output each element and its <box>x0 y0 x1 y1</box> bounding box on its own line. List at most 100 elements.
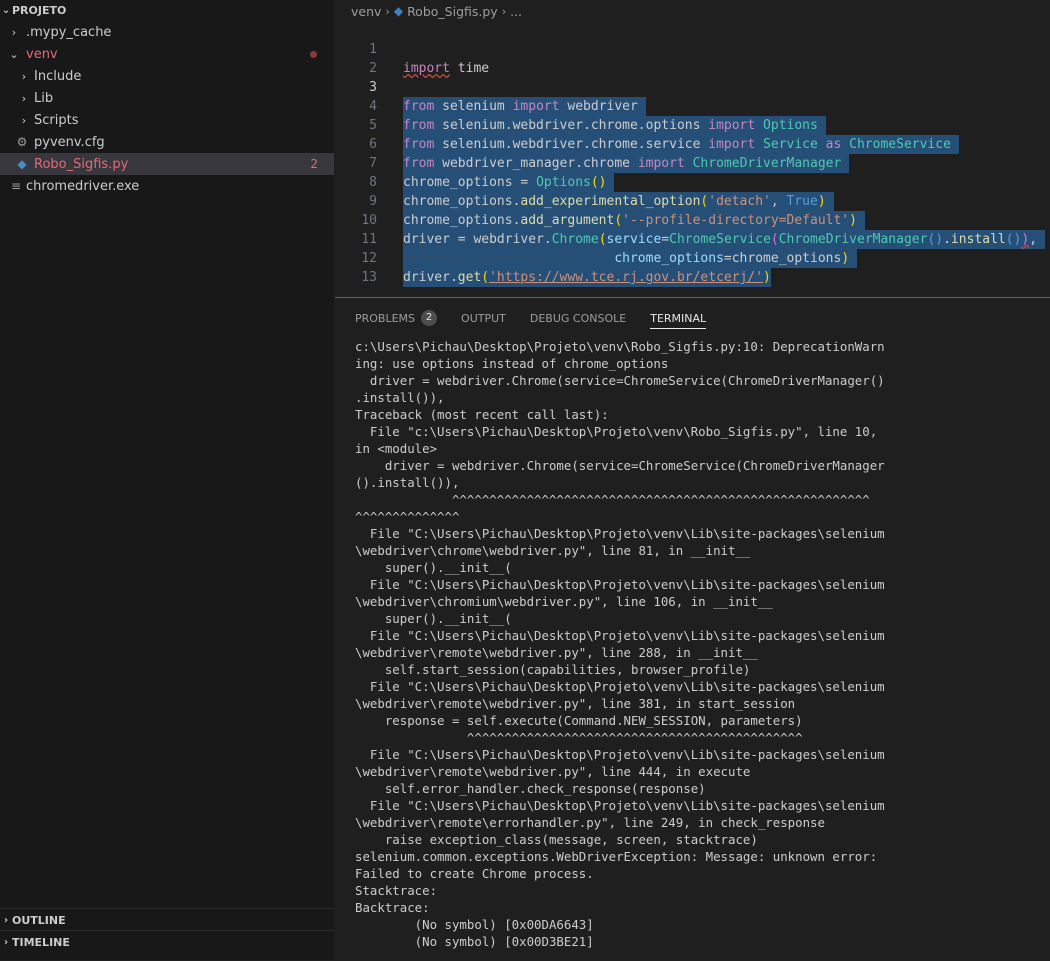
timeline-label: TIMELINE <box>12 935 70 949</box>
folder-include[interactable]: › Include <box>0 65 334 87</box>
chevron-right-icon: › <box>21 91 27 105</box>
terminal-line: response = self.execute(Command.NEW_SESS… <box>355 713 803 728</box>
file-chromedriver[interactable]: ≡ chromedriver.exe <box>0 175 334 197</box>
chevron-right-icon: › <box>11 25 17 39</box>
breadcrumb-folder[interactable]: venv <box>351 4 381 19</box>
folder-lib[interactable]: › Lib <box>0 87 334 109</box>
error-count-badge: 2 <box>310 157 318 171</box>
outline-label: OUTLINE <box>12 913 66 927</box>
file-pyvenv-cfg[interactable]: ⚙ pyvenv.cfg <box>0 131 334 153</box>
terminal-line: Traceback (most recent call last): <box>355 407 609 422</box>
tab-debug-console[interactable]: DEBUG CONSOLE <box>530 308 626 328</box>
breadcrumb: venv › ◆ Robo_Sigfis.py › ... <box>351 2 522 20</box>
breadcrumb-file[interactable]: Robo_Sigfis.py <box>407 4 498 19</box>
tab-label: PROBLEMS <box>355 311 416 325</box>
chevron-right-icon: › <box>3 936 9 948</box>
tab-label: DEBUG CONSOLE <box>529 311 627 325</box>
tab-output[interactable]: OUTPUT <box>461 308 506 328</box>
explorer-sidebar: ⌄ PROJETO › .mypy_cache ⌄ venv › Include… <box>0 0 334 960</box>
gear-icon: ⚙ <box>16 135 28 149</box>
terminal-line: \webdriver\remote\webdriver.py", line 44… <box>355 764 751 779</box>
code-line[interactable]: 9 chrome_options.add_argument('--profile… <box>335 173 1050 230</box>
terminal-line: Stacktrace: <box>355 883 438 898</box>
chevron-right-icon: › <box>501 4 507 18</box>
code-line[interactable]: 7 chrome_options = Options() <box>335 135 1050 192</box>
tab-terminal[interactable]: TERMINAL <box>650 308 707 329</box>
tab-problems[interactable]: PROBLEMS 2 <box>355 308 438 328</box>
terminal-line: self.error_handler.check_response(respon… <box>355 781 706 796</box>
terminal-line: ing: use options instead of chrome_optio… <box>355 356 669 371</box>
chevron-right-icon: › <box>3 914 9 926</box>
bottom-panel: PROBLEMS 2 OUTPUT DEBUG CONSOLE TERMINAL… <box>335 297 1050 961</box>
terminal-line: Backtrace: <box>355 900 430 915</box>
terminal-line: File "C:\Users\Pichau\Desktop\Projeto\ve… <box>355 577 885 592</box>
modified-dot-icon <box>310 51 317 58</box>
terminal-line: File "c:\Users\Pichau\Desktop\Projeto\ve… <box>355 424 878 439</box>
folder-venv[interactable]: ⌄ venv <box>0 43 334 65</box>
code-line[interactable]: 6 from webdriver_manager.chrome import C… <box>335 116 1050 173</box>
code-editor[interactable]: venv › ◆ Robo_Sigfis.py › ... 1 import t… <box>335 0 1050 297</box>
terminal-line: c:\Users\Pichau\Desktop\Projeto\venv\Rob… <box>355 339 885 354</box>
terminal-line: raise exception_class(message, screen, s… <box>355 832 758 847</box>
terminal-line: .install()), <box>355 390 445 405</box>
code-token: ) <box>763 270 771 285</box>
terminal-line: \webdriver\remote\webdriver.py", line 28… <box>355 645 758 660</box>
code-line[interactable]: 11 ······················· chrome_option… <box>335 211 1050 268</box>
code-token: get <box>457 270 482 285</box>
terminal-line: ().install()), <box>355 475 460 490</box>
terminal-line: File "C:\Users\Pichau\Desktop\Projeto\ve… <box>355 747 885 762</box>
tree-item-label: venv <box>26 46 58 62</box>
python-file-icon: ◆ <box>17 157 27 171</box>
outline-section[interactable]: › OUTLINE <box>0 908 334 931</box>
tree-item-label: Robo_Sigfis.py <box>34 156 129 172</box>
code-line[interactable]: 4 from selenium.webdriver.chrome.options… <box>335 78 1050 135</box>
code-token: ( <box>481 270 490 285</box>
tree-item-label: chromedriver.exe <box>26 178 140 194</box>
terminal-line: driver = webdriver.Chrome(service=Chrome… <box>355 458 885 473</box>
code-token: driver. <box>403 270 458 285</box>
terminal-line: File "C:\Users\Pichau\Desktop\Projeto\ve… <box>355 628 885 643</box>
code-line[interactable]: 3 from selenium import webdriver <box>335 59 1050 116</box>
code-line[interactable]: 8 chrome_options.add_experimental_option… <box>335 154 1050 211</box>
chevron-right-icon: › <box>21 113 27 127</box>
terminal-line: File "C:\Users\Pichau\Desktop\Projeto\ve… <box>355 679 885 694</box>
code-line[interactable]: 5 from selenium.webdriver.chrome.service… <box>335 97 1050 154</box>
chevron-right-icon: › <box>21 69 27 83</box>
chevron-right-icon: › <box>385 4 390 18</box>
code-line[interactable]: 1 import time <box>335 21 1050 76</box>
terminal-line: File "C:\Users\Pichau\Desktop\Projeto\ve… <box>355 798 885 813</box>
code-line[interactable]: 10 driver = webdriver.Chrome(service=Chr… <box>335 192 1050 249</box>
folder-scripts[interactable]: › Scripts <box>0 109 334 131</box>
timeline-section[interactable]: › TIMELINE <box>0 930 334 953</box>
terminal-line: \webdriver\remote\errorhandler.py", line… <box>355 815 825 830</box>
tree-item-label: Include <box>34 68 82 84</box>
breadcrumb-symbol[interactable]: ... <box>510 4 522 19</box>
tab-label: OUTPUT <box>461 311 506 325</box>
chevron-down-icon: ⌄ <box>1 4 11 16</box>
chevron-down-icon: ⌄ <box>9 47 19 61</box>
code-line[interactable]: 2 <box>335 40 1050 76</box>
python-file-icon: ◆ <box>393 4 404 18</box>
terminal-line: ^^^^^^^^^^^^^^^^^^^^^^^^^^^^^^^^^^^^^^^^… <box>355 730 803 745</box>
terminal-line: (No symbol) [0x00DA6643] <box>355 917 594 932</box>
folder-mypy-cache[interactable]: › .mypy_cache <box>0 21 334 43</box>
terminal-line: Failed to create Chrome process. <box>355 866 594 881</box>
line-number: 13 <box>361 270 377 285</box>
tree-item-label: .mypy_cache <box>26 24 112 40</box>
tree-item-label: pyvenv.cfg <box>34 134 105 150</box>
terminal-line: \webdriver\chrome\webdriver.py", line 81… <box>355 543 751 558</box>
terminal-line: \webdriver\chromium\webdriver.py", line … <box>355 594 773 609</box>
terminal-line: ^^^^^^^^^^^^^^^^^^^^^^^^^^^^^^^^^^^^^^^^… <box>355 492 870 507</box>
code-token[interactable]: 'https://www.tce.rj.gov.br/etcerj/' <box>489 270 763 285</box>
file-robo-sigfis[interactable]: ◆ Robo_Sigfis.py 2 <box>0 153 334 175</box>
terminal-line: in <module> <box>355 441 438 456</box>
tree-item-label: Lib <box>34 90 54 106</box>
explorer-header[interactable]: ⌄ PROJETO <box>0 0 334 20</box>
terminal-line: driver = webdriver.Chrome(service=Chrome… <box>355 373 885 388</box>
terminal-output[interactable]: c:\Users\Pichau\Desktop\Projeto\venv\Rob… <box>355 338 1045 950</box>
code-line[interactable]: 13 <box>335 249 1050 285</box>
terminal-line: super().__init__( <box>355 611 512 626</box>
terminal-line: (No symbol) [0x00D3BE21] <box>355 934 594 949</box>
code-line[interactable]: 12 driver.get('https://www.tce.rj.gov.br… <box>335 230 1050 287</box>
tab-label: TERMINAL <box>650 311 707 325</box>
